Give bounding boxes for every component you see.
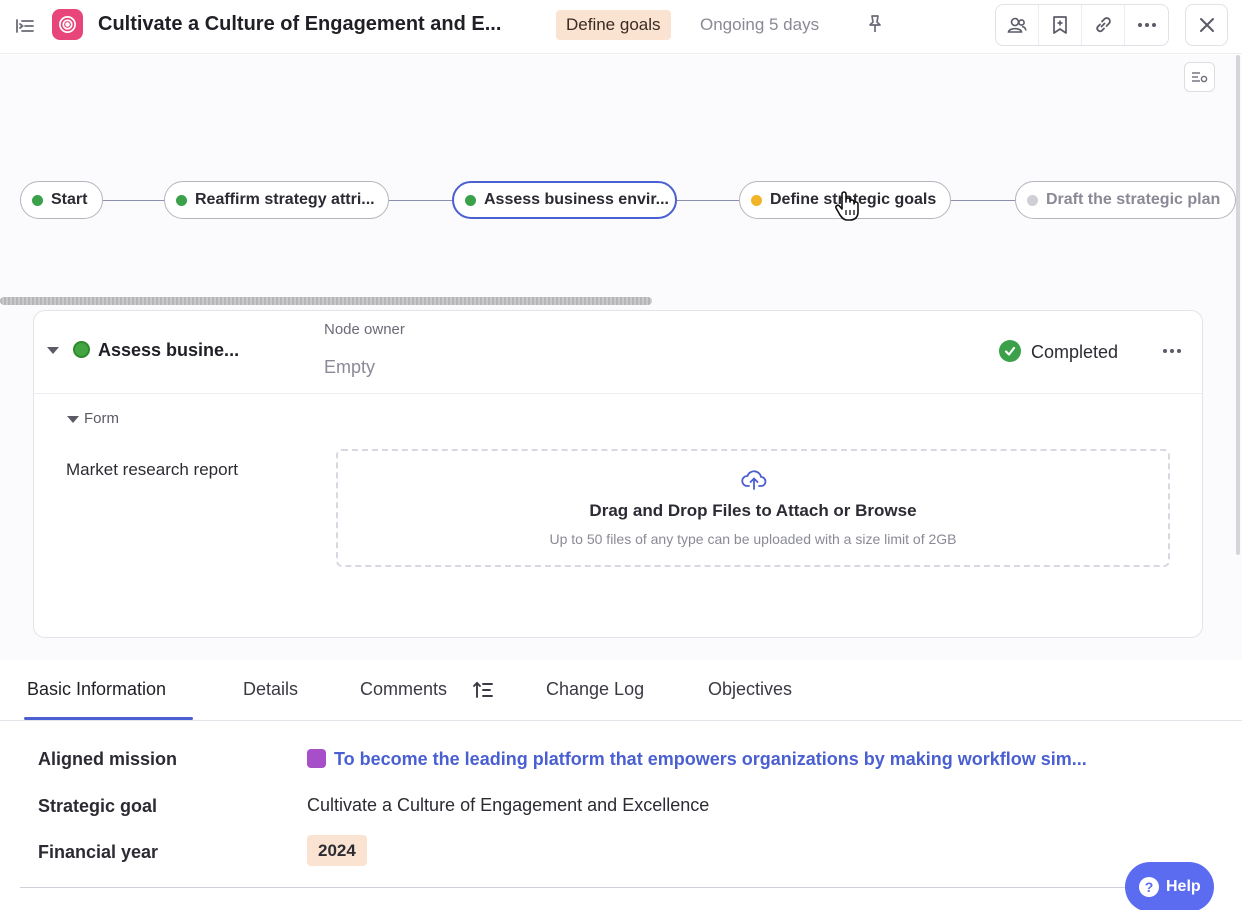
status-dot <box>1027 194 1038 206</box>
financial-year-label: Financial year <box>38 842 159 862</box>
file-dropzone[interactable]: Drag and Drop Files to Attach or Browse … <box>336 449 1170 567</box>
dropzone-hint: Up to 50 files of any type can be upload… <box>549 531 957 547</box>
sort-icon[interactable] <box>472 679 494 701</box>
tab-objectives[interactable]: Objectives <box>708 679 792 700</box>
people-icon[interactable] <box>996 5 1039 45</box>
section-divider <box>20 887 1180 888</box>
tab-details[interactable]: Details <box>243 679 298 700</box>
view-settings-icon[interactable] <box>1184 62 1215 92</box>
flow-node-label: Draft the strategic plan <box>1046 191 1221 208</box>
form-section-label[interactable]: Form <box>84 410 119 427</box>
collapse-caret-icon[interactable] <box>47 347 59 354</box>
vertical-scrollbar[interactable] <box>1236 55 1240 555</box>
flow-canvas[interactable]: Start Reaffirm strategy attri... Assess … <box>0 55 1242 660</box>
help-button[interactable]: ? Help <box>1125 862 1214 910</box>
header-bar: Cultivate a Culture of Engagement and E.… <box>0 0 1242 54</box>
active-tab-indicator <box>24 717 193 720</box>
status-dot <box>32 194 43 206</box>
flow-node-label: Assess business envir... <box>484 191 669 208</box>
pin-icon[interactable] <box>864 13 886 35</box>
status-dot <box>465 194 476 206</box>
flow-node-label: Reaffirm strategy attri... <box>195 191 375 208</box>
status-dot <box>73 341 90 358</box>
bookmark-icon[interactable] <box>1039 5 1082 45</box>
flow-node-reaffirm-strategy[interactable]: Reaffirm strategy attri... <box>164 181 389 219</box>
flow-node-label: Start <box>51 191 88 208</box>
flow-connector <box>677 200 740 201</box>
tab-basic-information[interactable]: Basic Information <box>27 679 166 700</box>
target-icon <box>52 9 83 40</box>
hand-cursor-icon <box>834 190 862 222</box>
sidebar-toggle-icon[interactable] <box>14 15 36 37</box>
strategic-goal-label: Strategic goal <box>38 796 158 816</box>
basic-information-section: Aligned mission To become the leading pl… <box>0 721 1242 910</box>
status-dot <box>176 194 187 206</box>
mission-color-swatch <box>307 749 326 768</box>
check-circle-icon <box>999 340 1021 362</box>
flow-connector <box>103 200 165 201</box>
flow-connector <box>951 200 1015 201</box>
node-detail-panel: Assess busine... Node owner Empty Comple… <box>33 310 1203 638</box>
close-icon[interactable] <box>1185 4 1228 46</box>
dropzone-title[interactable]: Drag and Drop Files to Attach or Browse <box>338 501 1168 521</box>
tab-change-log[interactable]: Change Log <box>546 679 644 700</box>
flow-node-assess-business[interactable]: Assess business envir... <box>452 181 677 219</box>
more-icon[interactable] <box>1158 339 1186 363</box>
node-owner-label: Node owner <box>324 321 405 338</box>
stage-badge[interactable]: Define goals <box>556 10 671 40</box>
help-icon: ? <box>1139 877 1159 897</box>
help-label: Help <box>1166 878 1201 895</box>
status-label[interactable]: Completed <box>1031 342 1118 363</box>
link-icon[interactable] <box>1082 5 1125 45</box>
node-owner-field[interactable]: Empty <box>324 357 375 378</box>
status-dot <box>751 194 762 206</box>
detail-tabs: Basic Information Details Comments Chang… <box>0 660 1242 721</box>
form-caret-icon[interactable] <box>67 416 79 423</box>
flow-connector <box>389 200 452 201</box>
tab-comments[interactable]: Comments <box>360 679 447 700</box>
field-label: Market research report <box>66 460 238 479</box>
financial-year-chip: 2024 <box>307 835 367 866</box>
more-icon[interactable] <box>1125 5 1168 45</box>
flow-node-start[interactable]: Start <box>20 181 103 219</box>
horizontal-scrollbar[interactable] <box>0 297 652 305</box>
page-title: Cultivate a Culture of Engagement and E.… <box>98 13 502 35</box>
header-action-group <box>995 4 1169 46</box>
aligned-mission-label: Aligned mission <box>38 749 178 769</box>
aligned-mission-link[interactable]: To become the leading platform that empo… <box>334 749 1087 770</box>
strategic-goal-value: Cultivate a Culture of Engagement and Ex… <box>307 795 710 815</box>
node-name: Assess busine... <box>98 340 240 360</box>
node-panel-header: Assess busine... Node owner Empty Comple… <box>34 311 1202 394</box>
flow-node-draft-plan[interactable]: Draft the strategic plan <box>1015 181 1236 219</box>
status-text: Ongoing 5 days <box>700 15 820 34</box>
cloud-upload-icon <box>740 468 768 492</box>
